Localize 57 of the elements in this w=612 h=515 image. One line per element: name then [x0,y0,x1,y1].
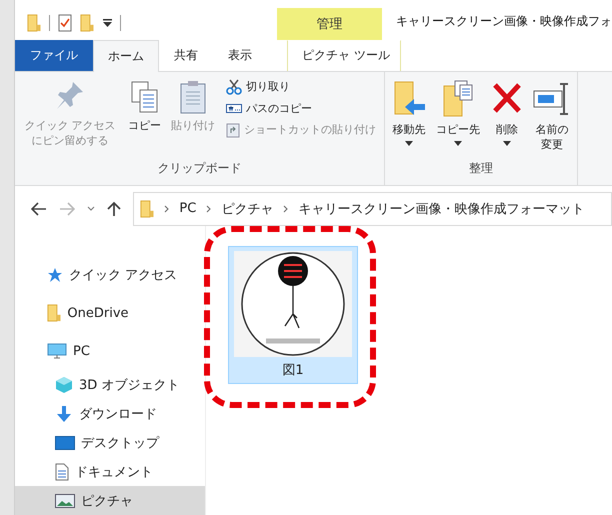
address-bar[interactable]: PC ピクチャ キャリースクリーン画像・映像作成フォーマット [133,192,612,226]
nav-item[interactable]: クイック アクセス [15,256,205,294]
nav-item[interactable]: ダウンロード [15,399,205,428]
scissors-icon [226,78,242,95]
file-tile[interactable]: 図1 [228,246,358,384]
up-button[interactable] [107,200,121,217]
ribbon-tab[interactable]: ホーム [93,40,159,72]
nav-item[interactable]: ドキュメント [15,457,205,486]
desktop-icon [55,436,75,450]
group-label: クリップボード [156,160,242,177]
path-icon [226,102,242,114]
breadcrumb[interactable]: ピクチャ [221,200,274,218]
chevron-right-icon [206,204,212,213]
back-button[interactable] [31,202,47,216]
breadcrumb[interactable]: キャリースクリーン画像・映像作成フォーマット [298,200,584,218]
monitor-icon [47,343,67,359]
group-label: 整理 [468,160,494,177]
ribbon-button[interactable]: 名前の変更 [533,76,571,160]
chevron-down-icon [87,206,95,212]
new-folder-icon [80,14,95,32]
ribbon-button[interactable]: コピー [127,76,162,160]
shortcut-icon [226,122,240,138]
ribbon-tab[interactable]: ファイル [15,40,93,71]
dropdown-icon[interactable] [102,19,112,28]
contextual-tab-group: 管理 [276,8,382,40]
folder-icon [140,200,154,218]
cube-icon [55,376,73,394]
folder-icon [27,14,42,32]
nav-item[interactable]: デスクトップ [15,428,205,457]
recent-button[interactable] [87,206,95,212]
back-icon [31,202,47,216]
nav-item[interactable]: ピクチャ [15,486,205,515]
chevron-right-icon [283,204,288,213]
forward-icon [59,202,75,216]
chevron-right-icon [164,204,170,213]
folder-arrow-icon [392,80,426,118]
download-arrow-icon [55,404,73,422]
ribbon-button[interactable]: パスのコピー [224,100,378,117]
window-title: キャリースクリーン画像・映像作成フォ [395,13,612,30]
ribbon-button[interactable]: コピー先 [435,76,481,160]
nav-item[interactable]: PC [15,332,205,370]
pictures-icon [55,494,75,508]
up-arrow-icon [107,200,121,217]
nav-item[interactable]: 3D オブジェクト [15,370,205,399]
properties-icon[interactable] [58,14,72,32]
clipboard-icon [178,80,208,114]
ribbon-button[interactable]: 切り取り [224,78,378,96]
folder-documents-icon [441,80,475,118]
ribbon-tab[interactable]: ピクチャ ツール [287,40,401,71]
nav-item[interactable]: OneDrive [15,294,205,332]
folder-icon [47,304,62,322]
copy-icon [130,80,160,114]
ribbon-button[interactable]: 移動先 [391,76,427,160]
breadcrumb[interactable]: PC [179,201,196,216]
document-icon [55,462,69,480]
ribbon-button[interactable]: 削除 [489,76,525,160]
star-icon [47,267,63,283]
